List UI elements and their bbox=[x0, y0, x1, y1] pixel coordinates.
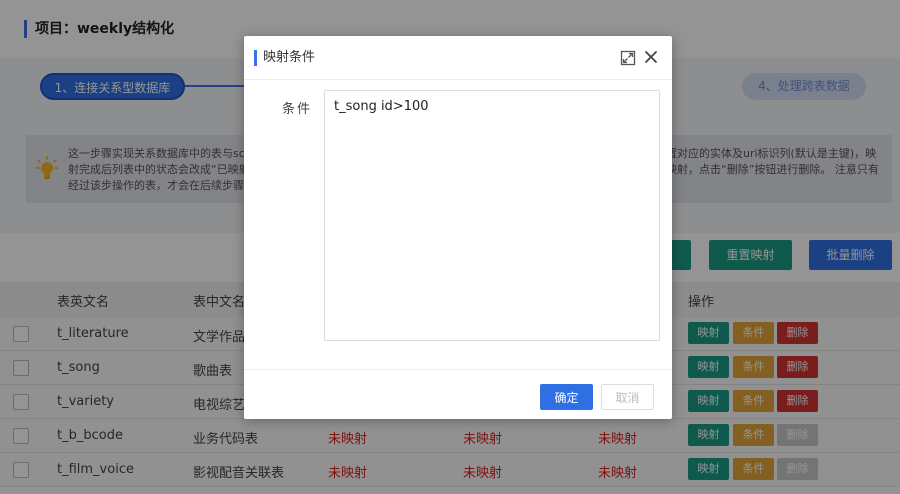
dialog-header: 映射条件 bbox=[244, 36, 672, 80]
condition-textarea[interactable]: t_song id>100 bbox=[324, 90, 660, 341]
condition-label: 条件 bbox=[282, 102, 313, 117]
mapping-condition-dialog: 映射条件 条件 t_song id>100 确定 取消 bbox=[244, 36, 672, 419]
cancel-button[interactable]: 取消 bbox=[601, 384, 654, 410]
maximize-icon[interactable] bbox=[620, 50, 636, 66]
dialog-footer: 确定 取消 bbox=[244, 369, 672, 419]
dialog-title: 映射条件 bbox=[254, 50, 315, 66]
close-icon[interactable] bbox=[643, 49, 659, 65]
confirm-button[interactable]: 确定 bbox=[540, 384, 593, 410]
